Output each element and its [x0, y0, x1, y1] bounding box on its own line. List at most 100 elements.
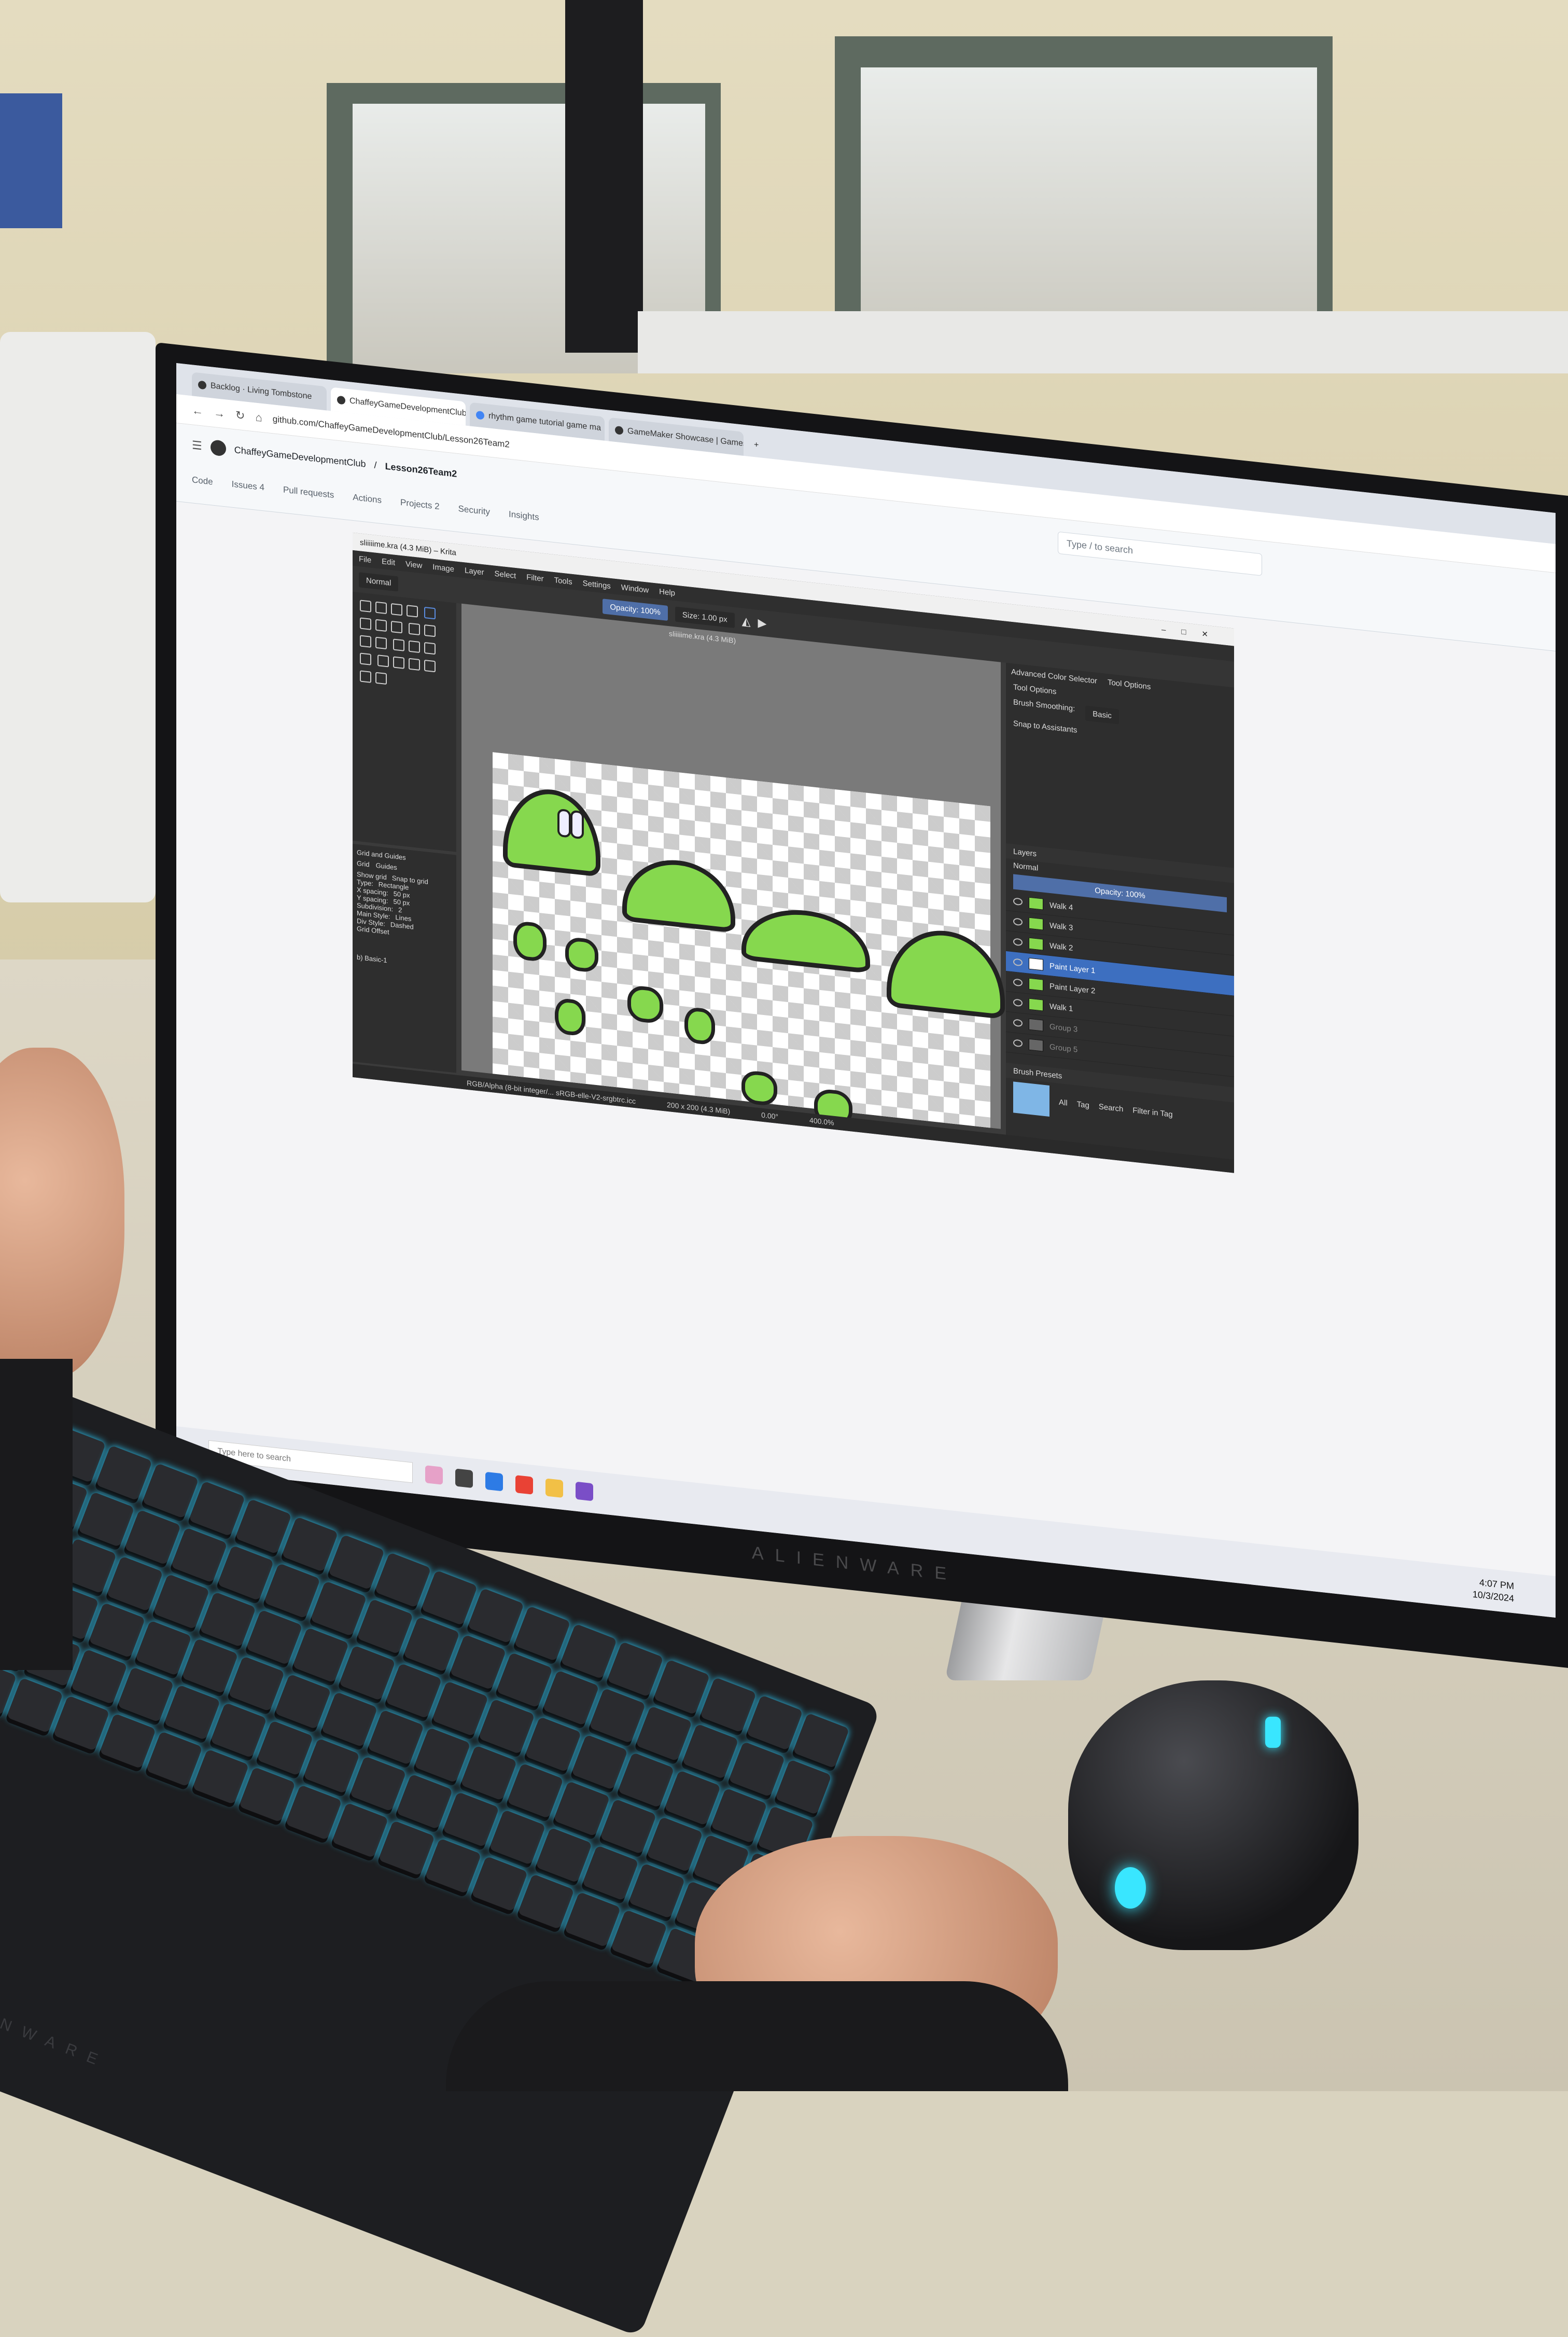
calligraphy-icon[interactable] — [407, 605, 418, 618]
monitor-screen: Backlog · Living Tombstone ChaffeyGameDe… — [176, 363, 1556, 1618]
polygon-tool-icon[interactable] — [409, 622, 421, 636]
move-tool-icon[interactable] — [360, 635, 371, 648]
taskbar-clock[interactable]: 4:07 PM 10/3/2024 — [1473, 1576, 1514, 1605]
keyboard-key — [635, 1705, 693, 1762]
task-view-icon[interactable] — [455, 1468, 473, 1489]
assistant-tool-icon[interactable] — [377, 655, 389, 667]
visibility-icon[interactable] — [1013, 958, 1023, 967]
edit-shape-icon[interactable] — [391, 603, 402, 616]
tab-actions[interactable]: Actions — [353, 492, 382, 506]
visibility-icon[interactable] — [1013, 998, 1023, 1007]
visibility-icon[interactable] — [1013, 1019, 1023, 1027]
grid-tab[interactable]: Grid — [357, 859, 370, 869]
filter-in-tag-checkbox[interactable]: Filter in Tag — [1132, 1106, 1172, 1119]
menu-help[interactable]: Help — [659, 587, 675, 597]
visibility-icon[interactable] — [1013, 978, 1023, 987]
rectangle-tool-icon[interactable] — [375, 619, 387, 632]
keyboard-key — [95, 1445, 153, 1501]
brush-smoothing-select[interactable]: Basic — [1085, 705, 1119, 725]
pan-tool-icon[interactable] — [375, 672, 387, 685]
tab-insights[interactable]: Insights — [509, 509, 539, 523]
ellipse-tool-icon[interactable] — [391, 620, 402, 634]
color-picker-icon[interactable] — [424, 642, 436, 655]
rect-select-icon[interactable] — [409, 658, 421, 671]
keyboard-key — [507, 1763, 564, 1819]
new-tab-button[interactable]: + — [748, 433, 768, 458]
wrap-icon[interactable]: ▶ — [758, 616, 767, 631]
brush-preset-thumbnail[interactable] — [1013, 1081, 1049, 1117]
size-slider[interactable]: Size: 1.00 px — [675, 606, 735, 628]
keyboard-key — [560, 1623, 618, 1679]
tab-issues[interactable]: Issues 4 — [232, 479, 264, 493]
keyboard-key — [235, 1498, 292, 1554]
krita-app-icon[interactable] — [425, 1465, 443, 1485]
menu-layer[interactable]: Layer — [465, 566, 484, 577]
ellipse-select-icon[interactable] — [424, 659, 436, 673]
mirror-icon[interactable]: ◭ — [742, 614, 751, 629]
keyboard-key — [564, 1891, 621, 1947]
tool-grid — [353, 592, 456, 702]
blend-mode-select[interactable]: Normal — [359, 572, 399, 592]
menu-window[interactable]: Window — [621, 583, 649, 595]
reload-icon[interactable]: ↻ — [235, 408, 245, 423]
subdivision-input[interactable]: 2 — [398, 906, 402, 914]
github-logo-icon[interactable] — [210, 439, 226, 457]
google-icon — [476, 410, 484, 420]
text-tool-icon[interactable] — [375, 601, 387, 615]
org-link[interactable]: ChaffeyGameDevelopmentClub — [234, 444, 366, 470]
krita-canvas-area[interactable]: sliiiiime.kra (4.3 MiB) — [461, 603, 1005, 1129]
visibility-icon[interactable] — [1013, 1039, 1023, 1048]
select-tool-icon[interactable] — [360, 600, 371, 613]
guides-tab[interactable]: Guides — [376, 861, 397, 871]
forward-icon[interactable]: → — [214, 406, 225, 420]
brush-search-input[interactable]: Search — [1099, 1102, 1124, 1114]
opacity-slider[interactable]: Opacity: 100% — [603, 598, 668, 621]
brush-tag-button[interactable]: Tag — [1077, 1100, 1089, 1110]
edge-icon[interactable] — [485, 1471, 503, 1492]
window-controls[interactable]: –□✕ — [1161, 624, 1224, 641]
menu-file[interactable]: File — [359, 554, 371, 565]
gradient-tool-icon[interactable] — [409, 640, 421, 653]
keyboard-key — [124, 1509, 181, 1565]
chrome-icon[interactable] — [515, 1475, 534, 1495]
measure-tool-icon[interactable] — [393, 656, 405, 669]
tab-projects[interactable]: Projects 2 — [400, 497, 440, 512]
tab-security[interactable]: Security — [458, 504, 490, 518]
menu-image[interactable]: Image — [432, 562, 454, 574]
file-explorer-icon[interactable] — [545, 1478, 564, 1498]
path-tool-icon[interactable] — [424, 624, 436, 637]
menu-settings[interactable]: Settings — [583, 579, 611, 591]
menu-tools[interactable]: Tools — [554, 576, 572, 587]
keyboard-key — [171, 1527, 228, 1583]
visibility-icon[interactable] — [1013, 897, 1023, 906]
tab-code[interactable]: Code — [192, 475, 213, 487]
visibility-icon[interactable] — [1013, 917, 1023, 926]
app-icon[interactable] — [576, 1481, 594, 1501]
repo-link[interactable]: Lesson26Team2 — [385, 461, 457, 479]
keyboard-key — [442, 1791, 500, 1847]
back-icon[interactable]: ← — [192, 404, 203, 418]
keyboard-key — [535, 1827, 593, 1883]
zoom-tool-icon[interactable] — [360, 670, 371, 683]
home-icon[interactable]: ⌂ — [255, 410, 262, 424]
sprite-sheet[interactable] — [493, 752, 1005, 1128]
line-tool-icon[interactable] — [360, 617, 371, 630]
brush-tool-icon[interactable] — [424, 606, 436, 620]
crop-tool-icon[interactable] — [393, 638, 405, 651]
brush-filter-select[interactable]: All — [1059, 1097, 1068, 1107]
transform-tool-icon[interactable] — [375, 636, 387, 650]
menu-icon[interactable]: ☰ — [192, 438, 202, 453]
search-input[interactable]: Type / to search — [1058, 531, 1262, 576]
menu-edit[interactable]: Edit — [382, 557, 395, 567]
fill-tool-icon[interactable] — [360, 652, 371, 665]
keyboard-key — [263, 1563, 321, 1619]
zoom-level[interactable]: 400.0% — [809, 1116, 834, 1127]
menu-view[interactable]: View — [405, 560, 422, 571]
tab-pull-requests[interactable]: Pull requests — [283, 484, 334, 500]
scroll-wheel — [1265, 1717, 1281, 1748]
menu-filter[interactable]: Filter — [526, 573, 543, 583]
keyboard-key — [610, 1909, 668, 1966]
menu-select[interactable]: Select — [495, 569, 516, 580]
tab-tool-options[interactable]: Tool Options — [1108, 678, 1151, 691]
visibility-icon[interactable] — [1013, 938, 1023, 947]
